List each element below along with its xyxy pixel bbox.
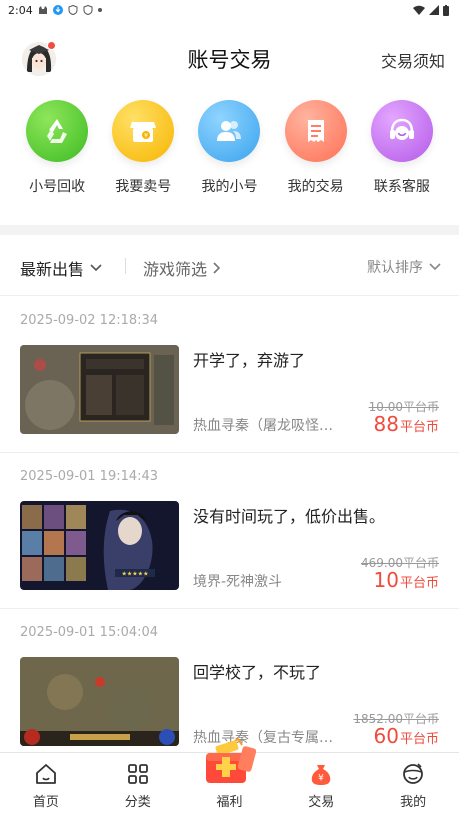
money-bag-icon: ¥ xyxy=(312,765,331,785)
nav-label: 分类 xyxy=(124,795,151,810)
cat-icon xyxy=(38,6,47,14)
game-filter-label: 游戏筛选 xyxy=(143,260,208,279)
quick-action-label: 小号回收 xyxy=(29,179,86,195)
listing-price: 88 平台币 xyxy=(374,412,439,436)
status-bar: 2:04 xyxy=(0,0,459,20)
listing-price: 60 平台币 xyxy=(374,724,439,748)
listing-title: 开学了，弃游了 xyxy=(193,351,306,370)
latest-sale-label: 最新出售 xyxy=(20,260,85,279)
gift-icon xyxy=(202,737,257,793)
status-time: 2:04 xyxy=(8,3,33,17)
nav-trade[interactable]: ¥ 交易 xyxy=(275,753,367,816)
svg-text:¥: ¥ xyxy=(144,133,148,140)
listing-item[interactable]: 2025-09-02 12:18:34 开学了，弃游了 热血寻秦（屠龙吸怪… 1… xyxy=(0,297,459,453)
battery-icon xyxy=(443,4,449,16)
sort-label: 默认排序 xyxy=(367,260,423,276)
nav-home[interactable]: 首页 xyxy=(0,753,92,816)
listing-item[interactable]: 2025-09-01 19:14:43 ★★★★★ 没有时间玩了，低价出售。 境… xyxy=(0,453,459,609)
grid-icon xyxy=(127,764,148,784)
users-icon xyxy=(217,121,242,141)
quick-action-sell[interactable]: ¥ 我要卖号 xyxy=(104,100,182,210)
filter-bar: 最新出售 游戏筛选 默认排序 xyxy=(0,236,459,296)
listing-date: 2025-09-01 15:04:04 xyxy=(20,625,159,640)
price-unit: 平台币 xyxy=(399,732,439,747)
nav-category[interactable]: 分类 xyxy=(92,753,184,816)
header: 账号交易 交易须知 xyxy=(0,28,459,88)
latest-sale-dropdown[interactable]: 最新出售 xyxy=(20,256,102,280)
nav-label: 我的 xyxy=(400,795,427,810)
nav-mine[interactable]: 我的 xyxy=(367,753,459,816)
section-divider xyxy=(0,225,459,235)
svg-text:¥: ¥ xyxy=(318,774,324,784)
bottom-nav: 首页 分类 福利 ¥ 交易 我的 xyxy=(0,737,459,816)
listing-game: 热血寻秦（屠龙吸怪… xyxy=(193,418,333,434)
quick-actions: 小号回收 ¥ 我要卖号 我的小号 我的交易 联系客服 xyxy=(0,100,459,210)
quick-action-my-accounts[interactable]: 我的小号 xyxy=(190,100,268,210)
listing-thumbnail xyxy=(20,657,179,746)
price-value: 10 xyxy=(373,568,399,592)
nav-label: 福利 xyxy=(216,795,243,810)
listing-thumbnail xyxy=(20,345,179,434)
svg-text:★★★★★: ★★★★★ xyxy=(122,571,149,578)
quick-action-my-trades[interactable]: 我的交易 xyxy=(277,100,355,210)
game-filter-button[interactable]: 游戏筛选 xyxy=(143,256,221,280)
wifi-icon xyxy=(413,5,425,15)
chevron-down-icon xyxy=(90,264,102,272)
listing-thumbnail: ★★★★★ xyxy=(20,501,179,590)
shield-icon xyxy=(68,5,78,15)
price-value: 60 xyxy=(373,724,399,748)
chevron-down-icon xyxy=(429,263,441,271)
listing-date: 2025-09-02 12:18:34 xyxy=(20,313,159,328)
quick-action-label: 我的小号 xyxy=(201,179,258,195)
price-value: 88 xyxy=(373,412,399,436)
recycle-icon xyxy=(47,119,68,143)
quick-action-recycle[interactable]: 小号回收 xyxy=(18,100,96,210)
listing-title: 回学校了，不玩了 xyxy=(193,663,322,682)
listing-title: 没有时间玩了，低价出售。 xyxy=(193,507,386,526)
shield-icon-2 xyxy=(83,5,93,15)
listing-game: 境界-死神激斗 xyxy=(193,574,283,590)
quick-action-label: 联系客服 xyxy=(373,179,430,195)
trade-notice-link[interactable]: 交易须知 xyxy=(381,48,445,72)
signal-icon xyxy=(429,5,439,15)
nav-label: 首页 xyxy=(32,795,59,810)
listing-date: 2025-09-01 19:14:43 xyxy=(20,469,159,484)
filter-separator xyxy=(125,258,126,274)
listing-price: 10 平台币 xyxy=(374,568,439,592)
quick-action-label: 我的交易 xyxy=(287,179,344,195)
quick-action-support[interactable]: 联系客服 xyxy=(363,100,441,210)
profile-icon xyxy=(403,763,423,784)
home-icon xyxy=(35,764,56,784)
nav-welfare[interactable]: 福利 xyxy=(184,737,276,816)
quick-action-label: 我要卖号 xyxy=(115,179,172,195)
download-icon xyxy=(52,5,63,15)
dot-icon xyxy=(97,8,102,12)
price-unit: 平台币 xyxy=(399,576,439,591)
receipt-icon xyxy=(307,120,324,142)
nav-label: 交易 xyxy=(308,795,335,810)
chevron-right-icon xyxy=(213,262,221,274)
headset-icon xyxy=(389,118,414,140)
sort-dropdown[interactable]: 默认排序 xyxy=(367,257,441,277)
price-unit: 平台币 xyxy=(399,420,439,435)
shop-icon: ¥ xyxy=(130,122,157,142)
